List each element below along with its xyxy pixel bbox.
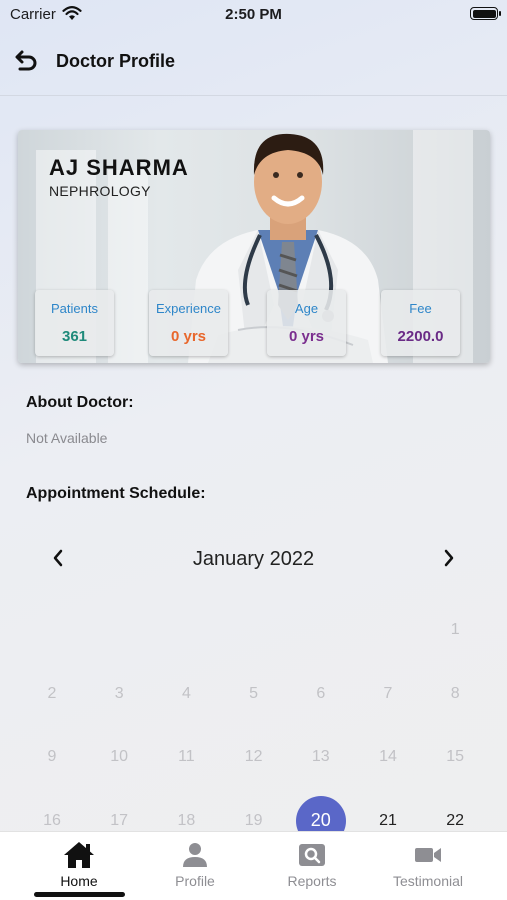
calendar-month-title: January 2022	[192, 548, 315, 570]
tab-home[interactable]: Home	[24, 840, 134, 889]
calendar-day[interactable]: 9	[27, 732, 77, 782]
doctor-profile-card: AJ SHARMA NEPHROLOGY Patients 361 Experi…	[18, 130, 490, 363]
back-arrow-icon	[14, 49, 40, 78]
back-button[interactable]	[12, 48, 42, 78]
calendar-day[interactable]: 13	[296, 732, 346, 782]
app-header: Doctor Profile	[0, 28, 507, 96]
doctor-specialty: NEPHROLOGY	[49, 183, 151, 199]
tab-label: Reports	[287, 873, 337, 889]
reports-search-icon	[257, 840, 367, 870]
tab-profile[interactable]: Profile	[140, 840, 250, 889]
about-title: About Doctor:	[26, 394, 134, 411]
tab-testimonial[interactable]: Testimonial	[373, 840, 483, 889]
calendar-day[interactable]: 12	[229, 732, 279, 782]
person-icon	[140, 840, 250, 870]
calendar-day[interactable]: 5	[229, 669, 279, 719]
video-camera-icon	[373, 840, 483, 870]
stat-experience: Experience 0 yrs	[149, 290, 228, 356]
stat-patients: Patients 361	[35, 290, 114, 356]
schedule-title: Appointment Schedule:	[26, 485, 206, 502]
calendar-day[interactable]: 6	[296, 669, 346, 719]
tab-label: Testimonial	[392, 873, 464, 889]
stat-value: 0 yrs	[288, 328, 325, 345]
calendar-day[interactable]: 8	[430, 669, 480, 719]
about-text: Not Available	[26, 430, 108, 446]
chevron-right-icon	[443, 549, 455, 572]
tab-label: Profile	[175, 873, 215, 889]
home-icon	[24, 840, 134, 870]
bottom-tab-bar: Home Profile Reports Testimonial	[0, 831, 507, 900]
stat-fee: Fee 2200.0	[381, 290, 460, 356]
stat-label: Fee	[409, 301, 432, 316]
calendar-day[interactable]: 10	[94, 732, 144, 782]
calendar-day[interactable]: 14	[363, 732, 413, 782]
calendar-day[interactable]: 15	[430, 732, 480, 782]
status-time: 2:50 PM	[225, 6, 282, 23]
home-indicator	[34, 892, 125, 897]
calendar-day[interactable]: 1	[430, 605, 480, 655]
calendar-day[interactable]: 4	[161, 669, 211, 719]
calendar-day[interactable]: 11	[161, 732, 211, 782]
calendar-day[interactable]: 7	[363, 669, 413, 719]
stat-value: 0 yrs	[170, 328, 207, 345]
stat-value: 2200.0	[397, 328, 444, 345]
next-month-button[interactable]	[437, 548, 461, 572]
tab-label: Home	[60, 873, 98, 889]
stat-label: Age	[294, 301, 319, 316]
status-bar: Carrier 2:50 PM	[0, 0, 507, 28]
stat-label: Patients	[51, 301, 98, 316]
stat-age: Age 0 yrs	[267, 290, 346, 356]
stat-value: 361	[61, 328, 88, 345]
doctor-name: AJ SHARMA	[49, 155, 189, 180]
stat-label: Experience	[155, 301, 222, 316]
page-title: Doctor Profile	[56, 51, 176, 71]
calendar-day[interactable]: 2	[27, 669, 77, 719]
tab-reports[interactable]: Reports	[257, 840, 367, 889]
battery-icon	[470, 7, 501, 20]
calendar-day[interactable]: 3	[94, 669, 144, 719]
